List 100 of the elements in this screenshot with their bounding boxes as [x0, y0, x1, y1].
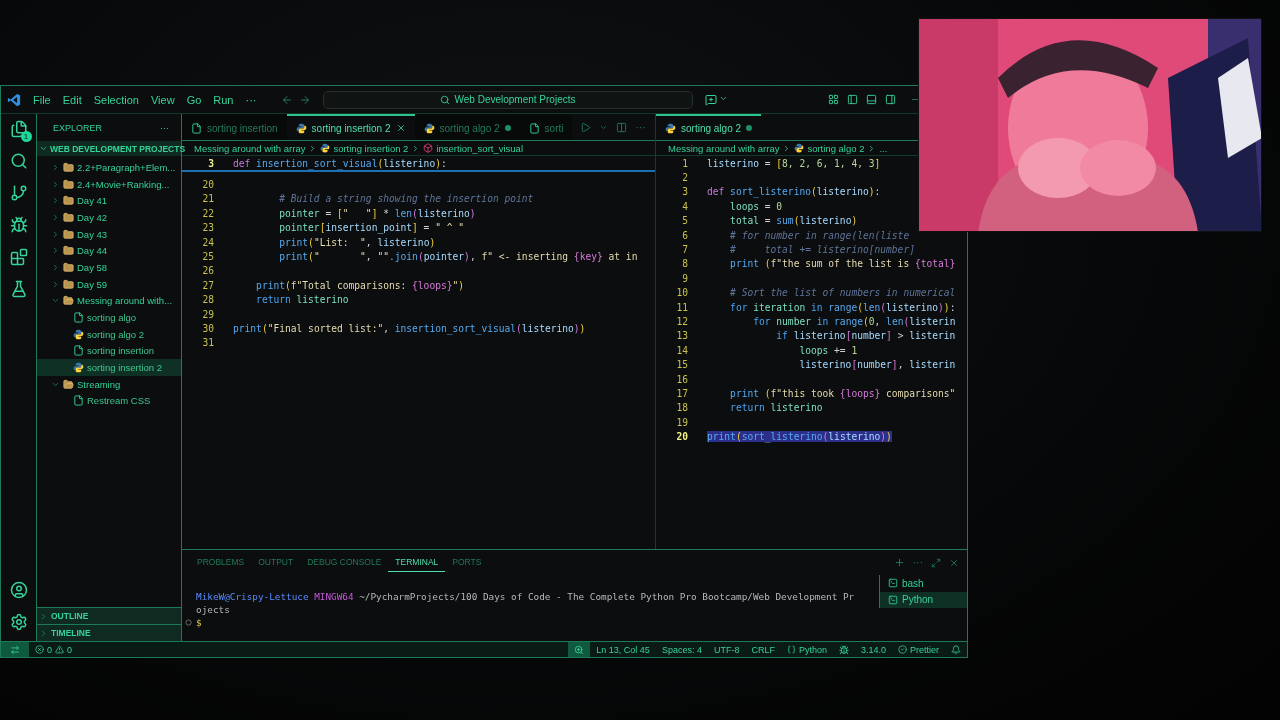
tree-item[interactable]: Restream CSS — [37, 392, 181, 410]
panel-tab[interactable]: DEBUG CONSOLE — [300, 553, 389, 572]
tree-item[interactable]: sorting algo — [37, 309, 181, 326]
status-item[interactable]: Ln 13, Col 45 — [590, 644, 656, 655]
panel-toggle-icon[interactable] — [865, 94, 877, 105]
zoom-icon[interactable] — [568, 642, 591, 657]
language-mode[interactable]: Python — [780, 644, 833, 655]
menu-item[interactable]: Selection — [87, 93, 145, 106]
chat-icon[interactable] — [704, 93, 717, 106]
more-actions[interactable]: ··· — [913, 557, 923, 568]
menu-item[interactable]: File — [27, 93, 57, 106]
line-number: 23 — [201, 222, 214, 234]
code-line: for number in range(0, len(listerin — [752, 316, 956, 327]
account-icon[interactable] — [9, 581, 28, 599]
problems-status[interactable]: 0 0 — [29, 644, 79, 655]
breadcrumb[interactable]: insertion_sort_visual — [436, 142, 523, 154]
maximize-icon[interactable] — [931, 557, 941, 568]
extensions-icon[interactable] — [9, 248, 28, 266]
status-item[interactable]: Spaces: 4 — [655, 644, 708, 655]
terminal-session[interactable]: bash — [879, 575, 967, 592]
code-line: return listerino — [255, 294, 349, 306]
unsaved-dot — [746, 125, 753, 131]
tree-item[interactable]: sorting insertion — [37, 342, 181, 360]
secondary-sidebar-icon[interactable] — [884, 94, 896, 105]
settings-icon[interactable] — [9, 613, 28, 631]
folder-icon — [63, 178, 74, 190]
code-line: print("List: ", listerino) — [278, 236, 436, 248]
terminal-icon — [888, 594, 898, 605]
tree-item[interactable]: Messing around with... — [37, 292, 181, 310]
tree-item[interactable]: Day 43 — [37, 225, 181, 243]
tree-item[interactable]: Day 58 — [37, 259, 181, 276]
menu-item[interactable]: Run — [207, 93, 240, 106]
braces-icon — [786, 645, 796, 654]
code-line: def sort_listerino(listerino): — [707, 186, 881, 198]
panel-tab[interactable]: TERMINAL — [388, 553, 446, 572]
status-item[interactable]: CRLF — [745, 644, 781, 655]
more-actions[interactable]: ··· — [635, 121, 646, 133]
tree-item[interactable]: Day 59 — [37, 275, 181, 293]
terminal-session[interactable]: Python — [879, 591, 967, 608]
sidebar-section-header[interactable]: TIMELINE — [37, 624, 181, 641]
close-icon[interactable] — [395, 123, 406, 133]
unsaved-dot — [504, 125, 511, 131]
menu-item[interactable]: Go — [180, 93, 208, 106]
search-icon — [439, 94, 450, 105]
tree-item[interactable]: Streaming — [37, 375, 181, 393]
breadcrumb[interactable]: ... — [879, 142, 888, 154]
line-number: 3 — [681, 186, 688, 198]
folder-icon — [63, 261, 74, 273]
editor-tab[interactable]: sorti — [519, 114, 573, 140]
editor-tab[interactable]: sorting algo 2 — [414, 114, 520, 140]
command-search-field[interactable]: Web Development Projects — [322, 90, 693, 109]
tree-item[interactable]: 2.2+Paragraph+Elem... — [37, 159, 181, 176]
tree-item[interactable]: Day 44 — [37, 242, 181, 260]
editor-tab[interactable]: sorting insertion — [182, 114, 287, 140]
tree-item[interactable]: Day 41 — [37, 192, 181, 210]
tree-item[interactable]: sorting insertion 2 — [37, 359, 181, 376]
split-editor-icon[interactable] — [616, 121, 628, 133]
more-actions[interactable]: ··· — [160, 122, 169, 133]
run-debug-icon[interactable] — [9, 216, 28, 234]
menu-item[interactable]: View — [144, 93, 181, 106]
terminal-icon — [888, 578, 898, 589]
menu-item[interactable]: Edit — [56, 93, 88, 106]
run-icon[interactable] — [580, 121, 592, 133]
status-item[interactable]: UTF-8 — [707, 644, 746, 655]
breadcrumb[interactable]: Messing around with array — [668, 142, 780, 154]
code-line: for iteration in range(len(listerino)): — [729, 301, 956, 313]
tree-item[interactable]: 2.4+Movie+Ranking... — [37, 175, 181, 193]
panel-tab[interactable]: PROBLEMS — [190, 553, 252, 572]
panel-tab[interactable]: PORTS — [445, 553, 489, 572]
tree-item[interactable]: sorting algo 2 — [37, 325, 181, 343]
formatter-status[interactable]: Prettier — [892, 644, 945, 655]
line-number: 3 — [207, 157, 214, 169]
code-line: loops = 0 — [729, 200, 783, 212]
panel-tab[interactable]: OUTPUT — [251, 553, 301, 572]
line-number: 12 — [675, 316, 688, 327]
add-terminal-icon[interactable] — [894, 557, 905, 568]
python-icon — [295, 122, 307, 134]
error-icon — [35, 645, 44, 654]
app-logo-icon[interactable] — [7, 92, 21, 107]
breadcrumb[interactable]: sorting insertion 2 — [333, 142, 409, 154]
line-number: 22 — [201, 207, 214, 219]
tree-item[interactable]: Day 42 — [37, 209, 181, 226]
line-number: 9 — [681, 272, 688, 284]
layout-icon[interactable] — [827, 94, 839, 105]
folder-icon — [63, 245, 74, 257]
breadcrumb[interactable]: sorting algo 2 — [807, 142, 865, 154]
search-icon[interactable] — [9, 152, 28, 170]
python-version[interactable]: 3.14.0 — [854, 644, 892, 655]
code-line: print(" ", "".join(pointer), f" <- inserting {key} at in — [278, 251, 638, 263]
line-number: 24 — [201, 236, 214, 248]
breadcrumb[interactable]: Messing around with array — [194, 142, 306, 154]
menu-item[interactable]: ··· — [239, 93, 263, 106]
flask-icon[interactable] — [9, 280, 28, 298]
line-number: 21 — [201, 193, 214, 205]
code-line: def insertion_sort_visual(listerino): — [233, 157, 447, 169]
code-line: loops += 1 — [798, 344, 858, 356]
source-control-icon[interactable] — [9, 184, 28, 202]
sidebar-toggle-icon[interactable] — [846, 94, 858, 105]
sidebar-section-header[interactable]: OUTLINE — [37, 607, 181, 624]
terminal-system: MINGW64 — [314, 590, 354, 603]
